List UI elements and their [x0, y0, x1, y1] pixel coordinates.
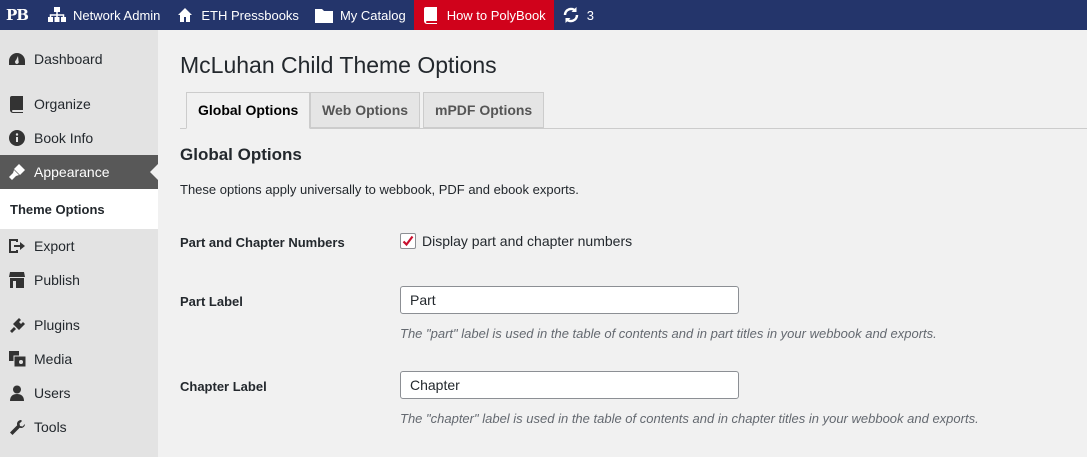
numbers-label: Part and Chapter Numbers: [180, 235, 345, 250]
section-description: These options apply universally to webbo…: [180, 182, 579, 197]
media-icon: [8, 350, 26, 368]
part-label-input[interactable]: [400, 286, 739, 314]
sidebar-item-label: Plugins: [34, 317, 80, 333]
section-title: Global Options: [180, 145, 302, 164]
sidebar-item-label: Export: [34, 238, 75, 254]
page-title: McLuhan Child Theme Options: [180, 52, 497, 78]
sidebar-item-book-info[interactable]: Book Info: [0, 121, 158, 155]
refresh-icon: [562, 6, 580, 24]
options-tabs: Global Options Web Options mPDF Options: [180, 92, 1087, 129]
tab-mpdf-options[interactable]: mPDF Options: [423, 92, 545, 128]
my-catalog-label: My Catalog: [339, 7, 406, 23]
export-icon: [8, 237, 26, 255]
numbers-field: Display part and chapter numbers: [400, 233, 632, 252]
store-icon: [8, 271, 26, 289]
brush-icon: [8, 163, 26, 181]
sidebar-item-dashboard[interactable]: Dashboard: [0, 42, 158, 76]
info-icon: [8, 129, 26, 147]
plug-icon: [8, 316, 26, 334]
wrench-icon: [8, 418, 26, 436]
chapter-label-title: Chapter Label: [180, 379, 267, 394]
user-icon: [8, 384, 26, 402]
chapter-label-help: The "chapter" label is used in the table…: [400, 411, 979, 426]
numbers-checkbox-wrapper[interactable]: Display part and chapter numbers: [400, 233, 632, 249]
folder-icon: [314, 6, 333, 24]
sidebar-item-plugins[interactable]: Plugins: [0, 308, 158, 342]
sidebar-item-export[interactable]: Export: [0, 229, 158, 263]
eth-pressbooks-link[interactable]: ETH Pressbooks: [168, 0, 307, 30]
dashboard-icon: [8, 50, 26, 68]
sidebar-item-label: Media: [34, 351, 73, 367]
home-icon: [176, 6, 194, 24]
how-to-polybook-label: How to PolyBook: [446, 7, 546, 23]
sidebar-item-media[interactable]: Media: [0, 342, 158, 376]
updates-count: 3: [586, 7, 594, 23]
sidebar-item-tools[interactable]: Tools: [0, 410, 158, 444]
numbers-checkbox[interactable]: [400, 233, 416, 249]
sidebar-item-label: Book Info: [34, 130, 94, 146]
sidebar-item-label: Dashboard: [34, 51, 103, 67]
my-catalog-link[interactable]: My Catalog: [307, 0, 414, 30]
numbers-checkbox-label: Display part and chapter numbers: [422, 233, 633, 249]
admin-sidebar: Dashboard Organize Book Info Appearance …: [0, 30, 158, 457]
how-to-polybook-link[interactable]: How to PolyBook: [413, 0, 554, 30]
chapter-label-input[interactable]: [400, 371, 739, 399]
tab-web-options[interactable]: Web Options: [310, 92, 421, 128]
sidebar-item-users[interactable]: Users: [0, 376, 158, 410]
sidebar-item-label: Publish: [34, 272, 80, 288]
part-label-title: Part Label: [180, 294, 243, 309]
sidebar-item-label: Organize: [34, 96, 91, 112]
pressbooks-logo[interactable]: PB: [0, 0, 40, 30]
eth-pressbooks-label: ETH Pressbooks: [201, 7, 299, 23]
network-admin-label: Network Admin: [72, 7, 161, 23]
updates-link[interactable]: 3: [554, 0, 602, 30]
sidebar-item-organize[interactable]: Organize: [0, 87, 158, 121]
admin-bar: PB Network Admin ETH Pressbooks My Catal…: [0, 0, 1087, 30]
submenu-item-theme-options[interactable]: Theme Options: [0, 189, 158, 229]
checkmark-icon: [402, 235, 414, 247]
part-label-field: The "part" label is used in the table of…: [400, 286, 937, 341]
sidebar-item-label: Tools: [34, 419, 67, 435]
sidebar-item-publish[interactable]: Publish: [0, 263, 158, 297]
network-admin-link[interactable]: Network Admin: [40, 0, 168, 30]
tab-global-options[interactable]: Global Options: [186, 92, 311, 129]
book-icon: [422, 6, 440, 24]
sidebar-item-label: Appearance: [34, 164, 110, 180]
sidebar-item-label: Users: [34, 385, 71, 401]
chapter-label-field: The "chapter" label is used in the table…: [400, 371, 979, 426]
book-icon: [8, 95, 26, 113]
sidebar-item-appearance[interactable]: Appearance: [0, 155, 158, 189]
network-icon: [47, 6, 66, 24]
part-label-help: The "part" label is used in the table of…: [400, 326, 937, 341]
